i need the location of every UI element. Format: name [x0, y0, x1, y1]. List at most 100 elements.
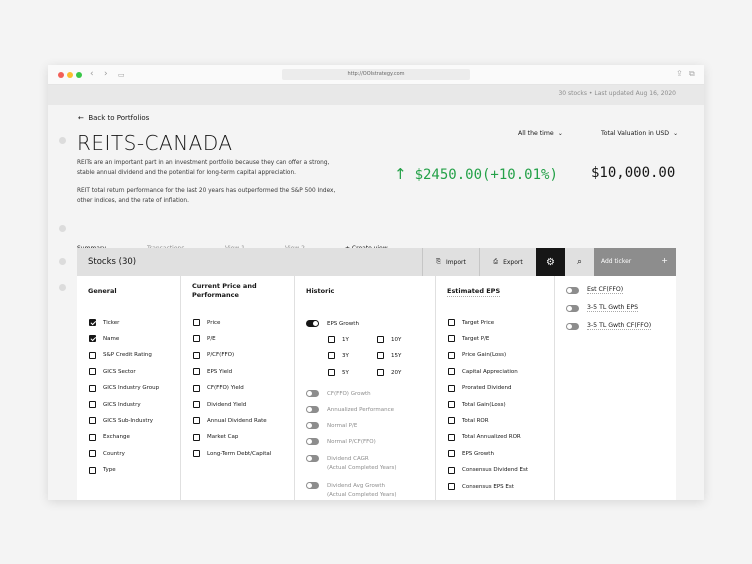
- export-button[interactable]: ⎙ Export: [479, 248, 536, 276]
- toggle-option[interactable]: Dividend CAGR: [306, 455, 369, 462]
- checkbox-option[interactable]: Target Price: [448, 319, 494, 326]
- checkbox-option[interactable]: Total Annualized ROR: [448, 433, 521, 441]
- checkbox[interactable]: [448, 450, 455, 458]
- checkbox[interactable]: [89, 401, 96, 408]
- checkbox[interactable]: [89, 433, 96, 441]
- checkbox[interactable]: [448, 384, 455, 392]
- checkbox-option[interactable]: Country: [89, 450, 125, 458]
- checkbox[interactable]: [193, 433, 200, 441]
- checkbox-option[interactable]: Prorated Dividend: [448, 384, 512, 392]
- checkbox-option[interactable]: Target P/E: [448, 335, 489, 343]
- checkbox[interactable]: [448, 368, 455, 376]
- checkbox[interactable]: [89, 351, 96, 359]
- checkbox[interactable]: [448, 417, 455, 425]
- checkbox[interactable]: [448, 319, 455, 326]
- checkbox[interactable]: [89, 466, 96, 474]
- share-icon[interactable]: ⇪: [676, 69, 683, 78]
- checkbox-option[interactable]: GICS Sub-Industry: [89, 417, 153, 425]
- toggle-switch[interactable]: [306, 320, 319, 327]
- checkbox[interactable]: [89, 450, 96, 458]
- checkbox-option[interactable]: GICS Industry Group: [89, 384, 159, 392]
- checkbox[interactable]: [448, 351, 455, 359]
- checkbox[interactable]: [448, 335, 455, 343]
- checkbox-option[interactable]: Total Gain(Loss): [448, 401, 506, 408]
- checkbox-option[interactable]: EPS Yield: [193, 368, 232, 376]
- checkbox[interactable]: [193, 351, 200, 359]
- checkbox[interactable]: [193, 319, 200, 326]
- toggle-option[interactable]: EPS Growth: [306, 320, 359, 327]
- checkbox[interactable]: [193, 335, 200, 343]
- toggle-switch[interactable]: [566, 286, 579, 294]
- toggle-option[interactable]: Est CF(FFO): [566, 286, 624, 294]
- checkbox-option[interactable]: Type: [89, 466, 116, 474]
- checkbox-option[interactable]: P/CF(FFO): [193, 351, 234, 359]
- checkbox[interactable]: [448, 401, 455, 408]
- checkbox[interactable]: [377, 336, 384, 343]
- toggle-switch[interactable]: [566, 322, 579, 330]
- checkbox-option[interactable]: CF(FFO) Yield: [193, 384, 244, 392]
- add-ticker-button[interactable]: Add ticker +: [594, 248, 676, 276]
- toggle-option[interactable]: Dividend Avg Growth: [306, 482, 385, 489]
- checkbox-option[interactable]: Dividend Yield: [193, 401, 246, 408]
- toggle-switch[interactable]: [306, 455, 319, 462]
- checkbox[interactable]: [89, 319, 96, 326]
- sidebar-toggle-icon[interactable]: ▭: [118, 71, 125, 79]
- checkbox[interactable]: [193, 450, 200, 458]
- toggle-switch[interactable]: [566, 304, 579, 312]
- checkbox[interactable]: [377, 352, 384, 359]
- checkbox-option[interactable]: Price Gain(Loss): [448, 351, 506, 359]
- period-dropdown[interactable]: All the time ⌄: [518, 130, 563, 137]
- checkbox-option[interactable]: EPS Growth: [448, 450, 494, 458]
- toggle-option[interactable]: Normal P/E: [306, 422, 357, 429]
- checkbox-option[interactable]: 1Y: [328, 336, 349, 343]
- checkbox[interactable]: [448, 483, 455, 490]
- checkbox[interactable]: [89, 384, 96, 392]
- checkbox-option[interactable]: 3Y: [328, 352, 349, 359]
- forward-nav-icon[interactable]: ›: [104, 69, 108, 79]
- checkbox-option[interactable]: Name: [89, 335, 119, 343]
- toggle-switch[interactable]: [306, 390, 319, 397]
- checkbox-option[interactable]: Consensus Dividend Est: [448, 466, 528, 474]
- search-button[interactable]: ⌕: [565, 248, 594, 276]
- toggle-option[interactable]: Normal P/CF(FFO): [306, 438, 376, 445]
- address-bar[interactable]: http://OOIstrategy.com: [282, 69, 470, 80]
- checkbox-option[interactable]: 20Y: [377, 369, 401, 376]
- checkbox[interactable]: [328, 352, 335, 359]
- checkbox-option[interactable]: Annual Dividend Rate: [193, 417, 267, 425]
- minimize-window-button[interactable]: [67, 72, 73, 78]
- toggle-option[interactable]: 3-5 TL Gwth CF(FFO): [566, 322, 652, 330]
- import-button[interactable]: ⎘ Import: [422, 248, 479, 276]
- checkbox-option[interactable]: 5Y: [328, 369, 349, 376]
- toggle-option[interactable]: 3-5 TL Gwth EPS: [566, 304, 639, 312]
- toggle-switch[interactable]: [306, 422, 319, 429]
- valuation-dropdown[interactable]: Total Valuation in USD ⌄: [601, 130, 678, 137]
- checkbox[interactable]: [328, 336, 335, 343]
- checkbox[interactable]: [89, 417, 96, 425]
- checkbox-option[interactable]: Ticker: [89, 319, 119, 326]
- checkbox-option[interactable]: Total ROR: [448, 417, 489, 425]
- checkbox[interactable]: [448, 433, 455, 441]
- close-window-button[interactable]: [58, 72, 64, 78]
- checkbox-option[interactable]: Market Cap: [193, 433, 238, 441]
- checkbox[interactable]: [193, 384, 200, 392]
- toggle-switch[interactable]: [306, 482, 319, 489]
- checkbox-option[interactable]: Price: [193, 319, 220, 326]
- checkbox-option[interactable]: S&P Credit Rating: [89, 351, 152, 359]
- back-nav-icon[interactable]: ‹: [90, 69, 94, 79]
- maximize-window-button[interactable]: [76, 72, 82, 78]
- tabs-icon[interactable]: ⧉: [689, 69, 695, 79]
- checkbox-option[interactable]: Consensus EPS Est: [448, 483, 514, 490]
- checkbox[interactable]: [193, 368, 200, 376]
- checkbox-option[interactable]: Exchange: [89, 433, 130, 441]
- checkbox-option[interactable]: P/E: [193, 335, 216, 343]
- toggle-switch[interactable]: [306, 406, 319, 413]
- checkbox[interactable]: [89, 368, 96, 376]
- checkbox-option[interactable]: Long-Term Debt/Capital: [193, 450, 271, 458]
- back-to-portfolios-link[interactable]: ← Back to Portfolios: [78, 114, 149, 122]
- checkbox[interactable]: [193, 417, 200, 425]
- checkbox[interactable]: [377, 369, 384, 376]
- checkbox[interactable]: [89, 335, 96, 343]
- checkbox[interactable]: [328, 369, 335, 376]
- checkbox[interactable]: [448, 466, 455, 474]
- checkbox-option[interactable]: 10Y: [377, 336, 401, 343]
